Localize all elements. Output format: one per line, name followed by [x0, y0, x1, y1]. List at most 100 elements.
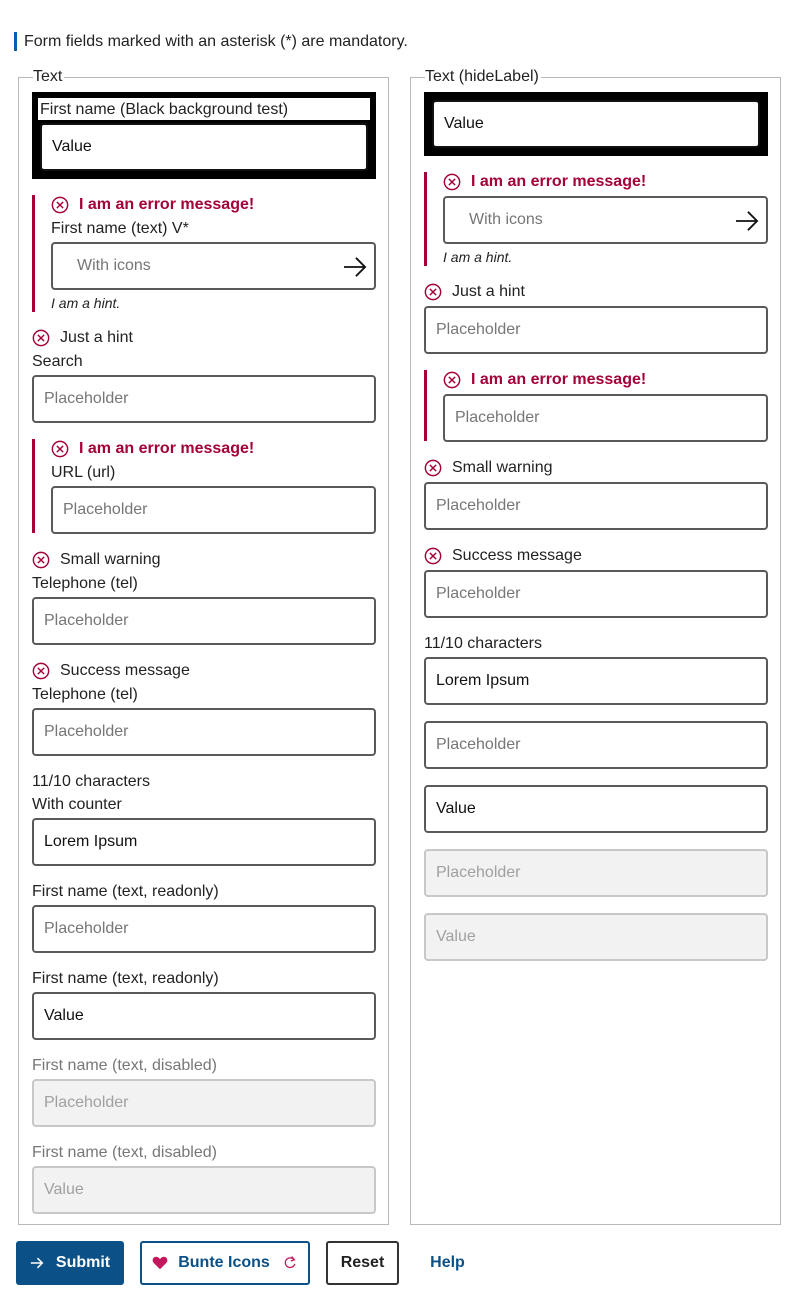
icons-field-label: First name (text) V*	[51, 219, 189, 239]
error-message: I am an error message!	[443, 172, 646, 192]
icons-input[interactable]: With icons	[51, 242, 376, 290]
error-message: I am an error message!	[51, 195, 254, 215]
bunte-icons-button[interactable]: Bunte Icons	[140, 1241, 310, 1285]
bunte-icons-button-label: Bunte Icons	[178, 1254, 270, 1271]
success-message-text: Success message	[452, 547, 582, 564]
black-bg-input[interactable]: Value	[40, 123, 368, 171]
url-input[interactable]: Placeholder	[51, 486, 376, 534]
hint-text: I am a hint.	[443, 249, 513, 265]
readonly-input[interactable]: Value	[32, 992, 376, 1040]
error-bar	[32, 195, 35, 312]
fieldset-hidelabel-legend: Text (hideLabel)	[425, 68, 541, 86]
black-bg-input[interactable]: Value	[432, 100, 760, 148]
required-asterisk: *	[182, 220, 189, 237]
black-bg-input-value: Value	[52, 138, 92, 155]
info-message-text: Just a hint	[452, 283, 525, 300]
readonly-input-placeholder: Placeholder	[436, 736, 521, 753]
character-counter: 11/10 characters	[32, 773, 150, 790]
warning-message: Small warning	[424, 458, 552, 478]
error-circle-icon	[51, 196, 69, 214]
disabled-label: First name (text, disabled)	[32, 1057, 217, 1074]
success-message: Success message	[424, 546, 582, 566]
disabled-input: Value	[32, 1166, 376, 1214]
warning-message-text: Small warning	[452, 459, 553, 476]
readonly-input-value: Value	[436, 800, 476, 817]
error-circle-icon	[32, 662, 50, 680]
disabled-input: Placeholder	[32, 1079, 376, 1127]
readonly-label: First name (text, readonly)	[32, 883, 219, 900]
icons-input-placeholder: With icons	[469, 211, 543, 228]
readonly-input[interactable]: Placeholder	[424, 721, 768, 769]
arrow-right-icon	[30, 1257, 44, 1269]
readonly-input[interactable]: Placeholder	[32, 905, 376, 953]
arrow-right-icon[interactable]	[734, 210, 760, 232]
url-input-placeholder: Placeholder	[63, 501, 148, 518]
readonly-input-placeholder: Placeholder	[44, 920, 129, 937]
tel-input[interactable]: Placeholder	[424, 570, 768, 618]
error-message: I am an error message!	[443, 370, 646, 390]
tel-input[interactable]: Placeholder	[424, 482, 768, 530]
warning-message-text: Small warning	[60, 551, 161, 568]
tel-input-placeholder: Placeholder	[44, 723, 129, 740]
info-message-text: Just a hint	[60, 329, 133, 346]
help-link[interactable]: Help	[415, 1241, 480, 1285]
tel-label: Telephone (tel)	[32, 575, 138, 592]
tel-input-placeholder: Placeholder	[44, 612, 129, 629]
search-input-placeholder: Placeholder	[44, 390, 129, 407]
black-bg-label: First name (Black background test)	[40, 101, 289, 118]
fieldset-text-legend: Text	[33, 68, 65, 86]
warning-message: Small warning	[32, 550, 160, 570]
error-circle-icon	[424, 547, 442, 565]
counter-input[interactable]: Lorem Ipsum	[424, 657, 768, 705]
disabled-label: First name (text, disabled)	[32, 1144, 217, 1161]
hint-text: I am a hint.	[51, 295, 121, 311]
error-bar	[424, 172, 427, 266]
counter-input[interactable]: Lorem Ipsum	[32, 818, 376, 866]
info-message: Just a hint	[424, 282, 525, 302]
submit-button-label: Submit	[55, 1254, 111, 1271]
reset-button[interactable]: Reset	[326, 1241, 399, 1285]
error-message-text: I am an error message!	[79, 196, 255, 213]
search-input[interactable]: Placeholder	[424, 306, 768, 354]
arrow-right-icon[interactable]	[342, 256, 368, 278]
readonly-input-value: Value	[44, 1007, 84, 1024]
character-counter: 11/10 characters	[424, 635, 542, 652]
error-bar	[424, 370, 427, 441]
readonly-label: First name (text, readonly)	[32, 970, 219, 987]
readonly-input[interactable]: Value	[424, 785, 768, 833]
error-circle-icon	[424, 459, 442, 477]
error-circle-icon	[443, 371, 461, 389]
error-message: I am an error message!	[51, 439, 254, 459]
submit-button[interactable]: Submit	[16, 1241, 124, 1285]
error-circle-icon	[32, 551, 50, 569]
success-message-text: Success message	[60, 662, 190, 679]
refresh-icon	[284, 1256, 296, 1269]
error-bar	[32, 439, 35, 533]
disabled-input-value: Value	[44, 1181, 84, 1198]
mandatory-notice: Form fields marked with an asterisk (*) …	[14, 32, 408, 51]
url-input[interactable]: Placeholder	[443, 394, 768, 442]
disabled-input-placeholder: Placeholder	[44, 1094, 129, 1111]
search-input-placeholder: Placeholder	[436, 321, 521, 338]
counter-input-value: Lorem Ipsum	[436, 672, 530, 689]
icons-input[interactable]: With icons	[443, 196, 768, 244]
black-bg-input-value: Value	[444, 115, 484, 132]
error-circle-icon	[51, 440, 69, 458]
counter-input-value: Lorem Ipsum	[44, 833, 138, 850]
disabled-input: Placeholder	[424, 849, 768, 897]
tel-input[interactable]: Placeholder	[32, 597, 376, 645]
tel-input-placeholder: Placeholder	[436, 585, 521, 602]
url-label: URL (url)	[51, 464, 116, 481]
icons-input-placeholder: With icons	[77, 257, 151, 274]
search-input[interactable]: Placeholder	[32, 375, 376, 423]
error-circle-icon	[32, 329, 50, 347]
reset-button-label: Reset	[340, 1254, 385, 1271]
disabled-input: Value	[424, 913, 768, 961]
disabled-input-placeholder: Placeholder	[436, 864, 521, 881]
url-input-placeholder: Placeholder	[455, 409, 540, 426]
tel-input[interactable]: Placeholder	[32, 708, 376, 756]
heart-icon	[152, 1256, 168, 1270]
tel-label: Telephone (tel)	[32, 686, 138, 703]
error-message-text: I am an error message!	[471, 371, 647, 388]
search-label: Search	[32, 353, 83, 370]
